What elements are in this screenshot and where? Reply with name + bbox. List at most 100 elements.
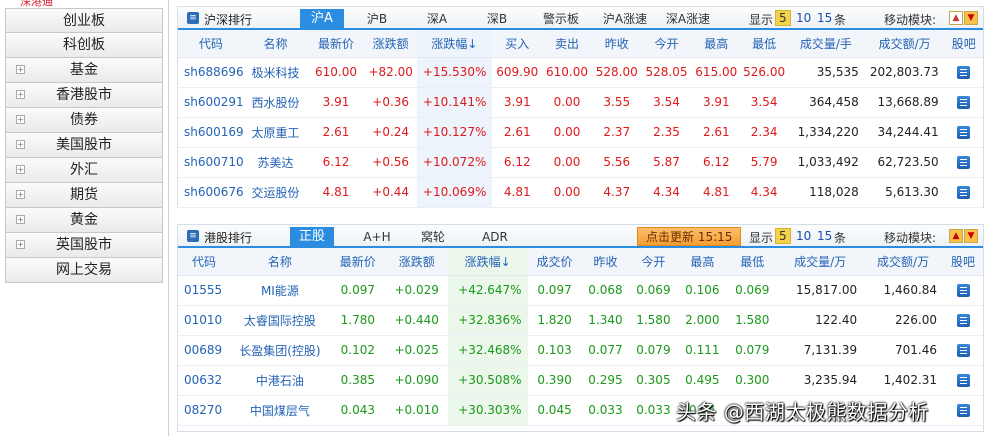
sidebar-item[interactable]: + 美国股市	[5, 133, 163, 158]
tab-0[interactable]: 沪A	[300, 9, 344, 30]
tab-0[interactable]: 正股	[290, 227, 334, 248]
column-header[interactable]: 最新价	[329, 248, 386, 276]
forum-icon[interactable]	[957, 186, 971, 199]
sidebar-item[interactable]: + 外汇	[5, 158, 163, 183]
forum-icon[interactable]	[956, 344, 970, 357]
column-header[interactable]: 名称	[243, 30, 308, 58]
expand-plus-icon[interactable]: +	[16, 240, 25, 249]
forum-icon[interactable]	[957, 126, 971, 139]
column-header[interactable]: 最高	[691, 30, 742, 58]
stock-code[interactable]: 08270	[178, 395, 230, 426]
table-row[interactable]: 01010 太睿国际控股 1.780 +0.440 +32.836% 1.820 1.340…	[178, 305, 983, 336]
table-row[interactable]: 01555 MI能源 0.097 +0.029 +42.647% 0.097 0.068 0.…	[178, 275, 983, 306]
column-header[interactable]: 代码	[178, 248, 230, 276]
expand-plus-icon[interactable]: +	[16, 215, 25, 224]
expand-plus-icon[interactable]: +	[16, 140, 25, 149]
column-header[interactable]: 昨收	[591, 30, 642, 58]
stock-name[interactable]: 中港石油	[229, 365, 330, 396]
stock-name[interactable]: 西水股份	[243, 87, 308, 118]
column-header[interactable]: 成交量/万	[777, 248, 864, 276]
count-option-15[interactable]: 15	[817, 11, 832, 25]
move-down-icon[interactable]: ▼	[964, 11, 978, 25]
tab-5[interactable]: 沪A涨速	[598, 9, 652, 30]
move-down-icon[interactable]: ▼	[964, 229, 978, 243]
stock-code[interactable]: sh688696	[178, 57, 244, 88]
column-header[interactable]: 成交额/万	[864, 30, 945, 58]
stock-code[interactable]: 00632	[178, 365, 230, 396]
table-row[interactable]: 00632 中港石油 0.385 +0.090 +30.508% 0.390 0.295 0.…	[178, 365, 983, 396]
column-header[interactable]: 卖出	[542, 30, 592, 58]
column-header[interactable]: 代码	[178, 30, 244, 58]
column-header[interactable]: 最新价	[307, 30, 365, 58]
forum-icon[interactable]	[956, 404, 970, 417]
tab-6[interactable]: 深A涨速	[660, 9, 716, 30]
column-header[interactable]: 最高	[677, 248, 728, 276]
column-header[interactable]: 买入	[492, 30, 543, 58]
stock-code[interactable]: sh600676	[178, 177, 244, 208]
stock-name[interactable]: 极米科技	[243, 57, 308, 88]
tab-4[interactable]: 警示板	[534, 9, 588, 30]
tab-3[interactable]: 深B	[478, 9, 516, 30]
column-header[interactable]: 涨跌额	[385, 248, 448, 276]
stock-name[interactable]: 长盈集团(控股)	[229, 335, 330, 366]
expand-plus-icon[interactable]: +	[16, 165, 25, 174]
column-header[interactable]: 今开	[629, 248, 678, 276]
tab-1[interactable]: A+H	[354, 227, 400, 248]
stock-name[interactable]: 苏美达	[243, 147, 308, 178]
tab-1[interactable]: 沪B	[358, 9, 396, 30]
stock-code[interactable]: sh600710	[178, 147, 244, 178]
refresh-button[interactable]: 点击更新 15:15	[637, 227, 742, 246]
table-row[interactable]: sh688696 极米科技 610.00 +82.00 +15.530% 609.90 61…	[178, 57, 983, 88]
count-option-5[interactable]: 5	[775, 228, 791, 244]
forum-icon[interactable]	[956, 314, 970, 327]
count-option-5[interactable]: 5	[775, 10, 791, 26]
expand-plus-icon[interactable]: +	[16, 190, 25, 199]
column-header[interactable]: 股吧	[943, 248, 983, 276]
stock-code[interactable]: 00689	[178, 335, 230, 366]
sidebar-item[interactable]: 创业板	[5, 8, 163, 33]
table-row[interactable]: 00689 长盈集团(控股) 0.102 +0.025 +32.468% 0.103 0.0…	[178, 335, 983, 366]
count-option-10[interactable]: 10	[796, 11, 811, 25]
stock-name[interactable]: 太原重工	[243, 117, 308, 148]
stock-code[interactable]: 01010	[178, 305, 230, 336]
forum-icon[interactable]	[956, 374, 970, 387]
move-up-icon[interactable]: ▲	[949, 229, 963, 243]
column-header[interactable]: 成交价	[527, 248, 582, 276]
column-header[interactable]: 最低	[741, 30, 788, 58]
table-row[interactable]: sh600676 交运股份 4.81 +0.44 +10.069% 4.81 0.00 4.3…	[178, 177, 983, 208]
forum-icon[interactable]	[957, 156, 971, 169]
sidebar-item[interactable]: 科创板	[5, 33, 163, 58]
stock-name[interactable]: 中国煤层气	[229, 395, 330, 426]
sidebar-item[interactable]: + 期货	[5, 183, 163, 208]
stock-name[interactable]: MI能源	[229, 275, 330, 306]
table-row[interactable]: sh600710 苏美达 6.12 +0.56 +10.072% 6.12 0.00 5.56…	[178, 147, 983, 178]
count-option-15[interactable]: 15	[817, 229, 832, 243]
forum-icon[interactable]	[956, 284, 970, 297]
stock-name[interactable]: 交运股份	[243, 177, 308, 208]
tab-3[interactable]: ADR	[474, 227, 516, 248]
column-header[interactable]: 股吧	[944, 30, 983, 58]
column-header[interactable]: 最低	[727, 248, 778, 276]
sidebar-item[interactable]: + 英国股市	[5, 233, 163, 258]
column-header[interactable]: 涨跌幅↓	[447, 248, 528, 276]
column-header[interactable]: 涨跌幅↓	[416, 30, 493, 58]
count-option-10[interactable]: 10	[796, 229, 811, 243]
expand-plus-icon[interactable]: +	[16, 90, 25, 99]
tab-2[interactable]: 窝轮	[410, 227, 456, 248]
forum-icon[interactable]	[957, 66, 971, 79]
stock-code[interactable]: sh600291	[178, 87, 244, 118]
column-header[interactable]: 成交额/万	[863, 248, 944, 276]
forum-icon[interactable]	[957, 96, 971, 109]
sidebar-item[interactable]: + 债券	[5, 108, 163, 133]
column-header[interactable]: 涨跌额	[364, 30, 417, 58]
table-row[interactable]: sh600291 西水股份 3.91 +0.36 +10.141% 3.91 0.00 3.5…	[178, 87, 983, 118]
stock-name[interactable]: 太睿国际控股	[229, 305, 330, 336]
sidebar-item[interactable]: + 基金	[5, 58, 163, 83]
move-up-icon[interactable]: ▲	[949, 11, 963, 25]
column-header[interactable]: 今开	[641, 30, 692, 58]
tab-2[interactable]: 深A	[414, 9, 460, 30]
stock-code[interactable]: sh600169	[178, 117, 244, 148]
column-header[interactable]: 成交量/手	[787, 30, 865, 58]
sidebar-partial-label[interactable]: 深港通	[20, 0, 53, 8]
column-header[interactable]: 名称	[229, 248, 330, 276]
